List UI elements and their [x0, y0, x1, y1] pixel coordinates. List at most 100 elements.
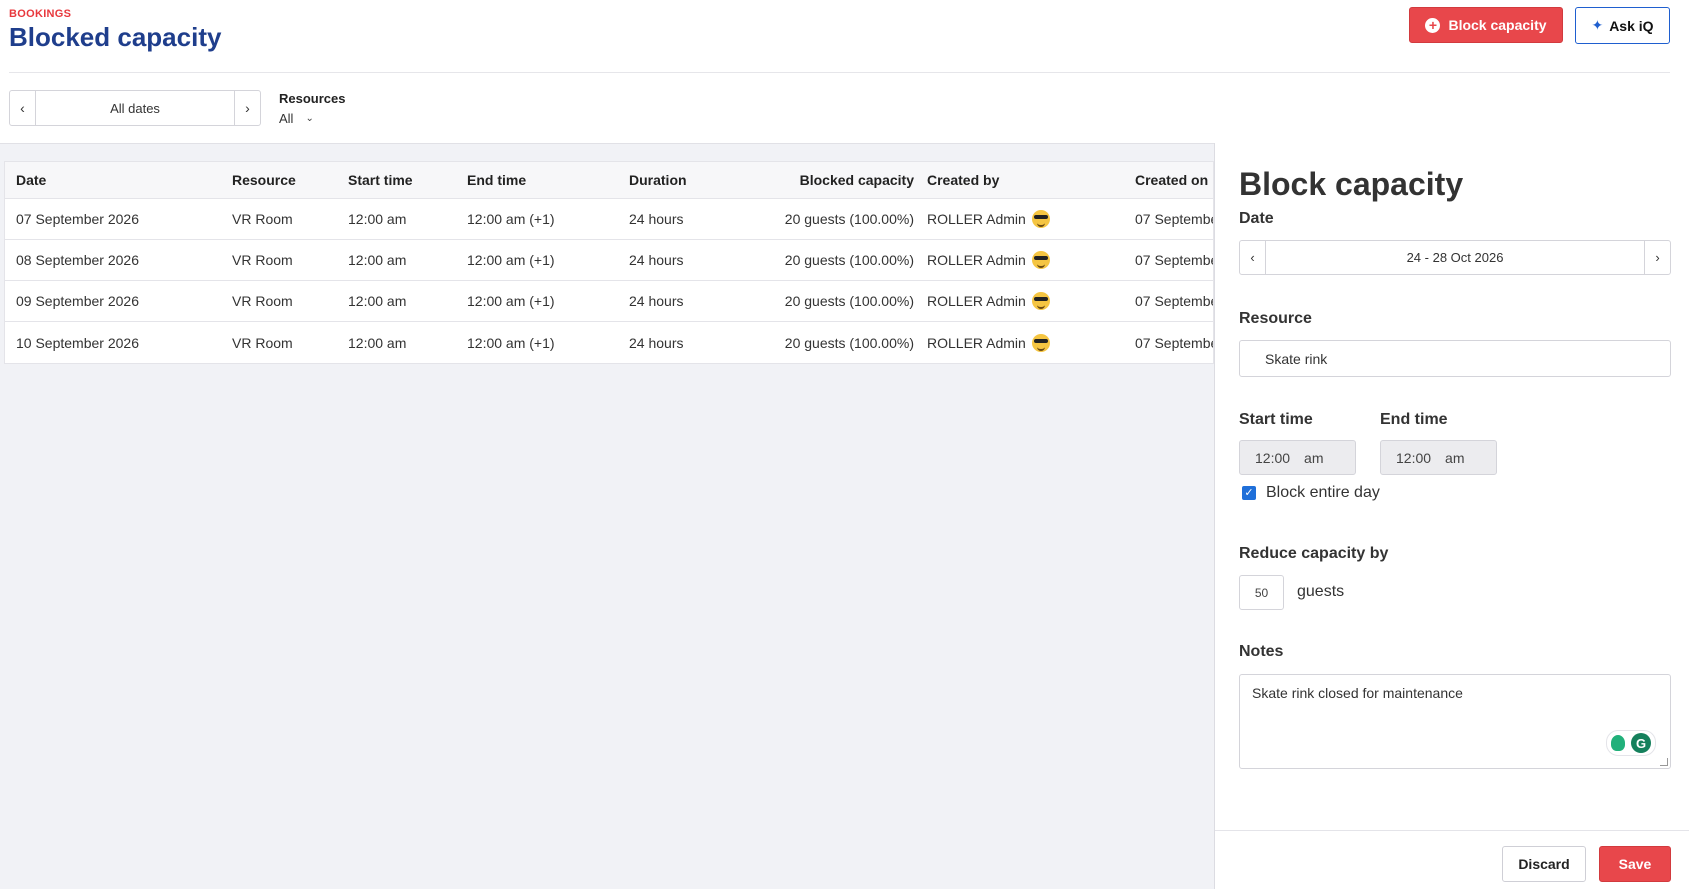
page-header: BOOKINGS Blocked capacity + Block capaci… — [0, 0, 1689, 143]
panel-footer: Discard Save — [1215, 830, 1689, 889]
cell-start-time: 12:00 am — [348, 211, 407, 227]
panel-date-value[interactable]: 24 - 28 Oct 2026 — [1266, 241, 1644, 274]
cell-date: 10 September 2026 — [16, 334, 139, 351]
cell-created-on: 07 Septembe — [1135, 252, 1214, 268]
chevron-down-icon: ⌄ — [305, 113, 314, 124]
cell-duration: 24 hours — [629, 293, 684, 309]
block-entire-day-checkbox[interactable]: ✓ — [1242, 486, 1256, 500]
cell-blocked-capacity: 20 guests (100.00%) — [784, 334, 914, 351]
ask-iq-button[interactable]: ✦ Ask iQ — [1575, 7, 1670, 44]
cell-created-by: ROLLER Admin — [927, 199, 1050, 239]
chevron-right-icon[interactable]: › — [234, 91, 260, 125]
table-row[interactable]: 09 September 2026 VR Room 12:00 am 12:00… — [5, 281, 1213, 322]
column-header-date[interactable]: Date — [16, 162, 46, 198]
cell-date: 09 September 2026 — [16, 293, 139, 309]
cell-end-time: 12:00 am (+1) — [467, 334, 555, 351]
column-header-start-time[interactable]: Start time — [348, 162, 413, 198]
notes-label: Notes — [1239, 643, 1284, 660]
cell-blocked-capacity: 20 guests (100.00%) — [784, 252, 914, 268]
resize-handle-icon[interactable] — [1660, 758, 1668, 766]
reduce-capacity-input[interactable]: 50 — [1239, 575, 1284, 610]
resources-filter-value: All — [279, 111, 294, 126]
notes-value: Skate rink closed for maintenance — [1252, 685, 1463, 701]
grammarly-icon[interactable]: G — [1631, 733, 1651, 753]
sunglasses-emoji-icon — [1031, 210, 1050, 228]
panel-date-navigator: ‹ 24 - 28 Oct 2026 › — [1239, 240, 1671, 275]
block-entire-day-label[interactable]: Block entire day — [1266, 484, 1380, 502]
section-eyebrow: BOOKINGS — [9, 8, 72, 20]
resources-filter-label: Resources — [279, 91, 346, 106]
table-row[interactable]: 10 September 2026 VR Room 12:00 am 12:00… — [5, 322, 1213, 363]
end-time-input[interactable]: 12:00 am — [1380, 440, 1497, 475]
cell-resource: VR Room — [232, 293, 293, 309]
cell-end-time: 12:00 am (+1) — [467, 252, 555, 268]
cell-blocked-capacity: 20 guests (100.00%) — [784, 211, 914, 227]
save-button[interactable]: Save — [1599, 846, 1671, 882]
start-time-label: Start time — [1239, 411, 1313, 428]
date-navigator: ‹ All dates › — [9, 90, 261, 126]
panel-title: Block capacity — [1239, 166, 1464, 202]
creator-name: ROLLER Admin — [927, 334, 1026, 351]
reduce-capacity-unit: guests — [1297, 583, 1345, 600]
reduce-capacity-label: Reduce capacity by — [1239, 545, 1389, 562]
ask-iq-button-label: Ask iQ — [1609, 17, 1654, 34]
cell-resource: VR Room — [232, 334, 293, 351]
lightbulb-icon[interactable] — [1611, 735, 1625, 751]
end-time-label: End time — [1380, 411, 1448, 428]
creator-name: ROLLER Admin — [927, 252, 1026, 268]
table-row[interactable]: 07 September 2026 VR Room 12:00 am 12:00… — [5, 199, 1213, 240]
block-entire-day-row: ✓ Block entire day — [1242, 484, 1380, 502]
header-divider — [9, 72, 1670, 73]
column-header-created-by[interactable]: Created by — [927, 162, 999, 198]
page: BOOKINGS Blocked capacity + Block capaci… — [0, 0, 1689, 889]
cell-duration: 24 hours — [629, 211, 684, 227]
cell-date: 07 September 2026 — [16, 211, 139, 227]
resource-select[interactable]: Skate rink — [1239, 340, 1671, 377]
block-capacity-button-label: Block capacity — [1448, 17, 1547, 33]
column-header-end-time[interactable]: End time — [467, 162, 526, 198]
discard-button[interactable]: Discard — [1502, 846, 1586, 882]
block-capacity-panel: Block capacity Date ‹ 24 - 28 Oct 2026 ›… — [1214, 143, 1689, 889]
date-filter-value[interactable]: All dates — [36, 91, 234, 125]
blocked-capacity-table: Date Resource Start time End time Durati… — [4, 161, 1214, 364]
sunglasses-emoji-icon — [1031, 292, 1050, 310]
writing-assistant-widget[interactable]: G — [1606, 730, 1656, 756]
cell-duration: 24 hours — [629, 334, 684, 351]
cell-created-on: 07 Septembe — [1135, 293, 1214, 309]
column-header-blocked-capacity[interactable]: Blocked capacity — [800, 162, 914, 198]
column-header-duration[interactable]: Duration — [629, 162, 687, 198]
chevron-left-icon[interactable]: ‹ — [1240, 241, 1266, 274]
end-time-ampm: am — [1445, 449, 1465, 466]
cell-created-on: 07 Septembe — [1135, 334, 1214, 351]
cell-created-by: ROLLER Admin — [927, 240, 1050, 280]
page-title: Blocked capacity — [9, 22, 222, 52]
cell-start-time: 12:00 am — [348, 293, 407, 309]
cell-date: 08 September 2026 — [16, 252, 139, 268]
resources-filter-select[interactable]: All ⌄ — [279, 111, 314, 126]
start-time-value: 12:00 — [1255, 449, 1291, 466]
resource-select-value: Skate rink — [1265, 350, 1328, 367]
column-header-created-on[interactable]: Created on — [1135, 162, 1208, 198]
chevron-right-icon[interactable]: › — [1644, 241, 1670, 274]
start-time-input[interactable]: 12:00 am — [1239, 440, 1356, 475]
cell-end-time: 12:00 am (+1) — [467, 293, 555, 309]
table-row[interactable]: 08 September 2026 VR Room 12:00 am 12:00… — [5, 240, 1213, 281]
cell-created-on: 07 Septembe — [1135, 211, 1214, 227]
creator-name: ROLLER Admin — [927, 293, 1026, 309]
cell-resource: VR Room — [232, 211, 293, 227]
cell-end-time: 12:00 am (+1) — [467, 211, 555, 227]
table-header-row: Date Resource Start time End time Durati… — [5, 162, 1213, 199]
resource-label: Resource — [1239, 310, 1312, 327]
chevron-left-icon[interactable]: ‹ — [10, 91, 36, 125]
sunglasses-emoji-icon — [1031, 333, 1050, 352]
cell-created-by: ROLLER Admin — [927, 281, 1050, 321]
cell-start-time: 12:00 am — [348, 334, 407, 351]
notes-textarea[interactable]: Skate rink closed for maintenance G — [1239, 674, 1671, 769]
sparkle-icon: ✦ — [1591, 17, 1604, 33]
column-header-resource[interactable]: Resource — [232, 162, 296, 198]
start-time-ampm: am — [1304, 449, 1324, 466]
block-capacity-button[interactable]: + Block capacity — [1409, 7, 1563, 43]
plus-circle-icon: + — [1425, 17, 1441, 33]
cell-start-time: 12:00 am — [348, 252, 407, 268]
cell-resource: VR Room — [232, 252, 293, 268]
